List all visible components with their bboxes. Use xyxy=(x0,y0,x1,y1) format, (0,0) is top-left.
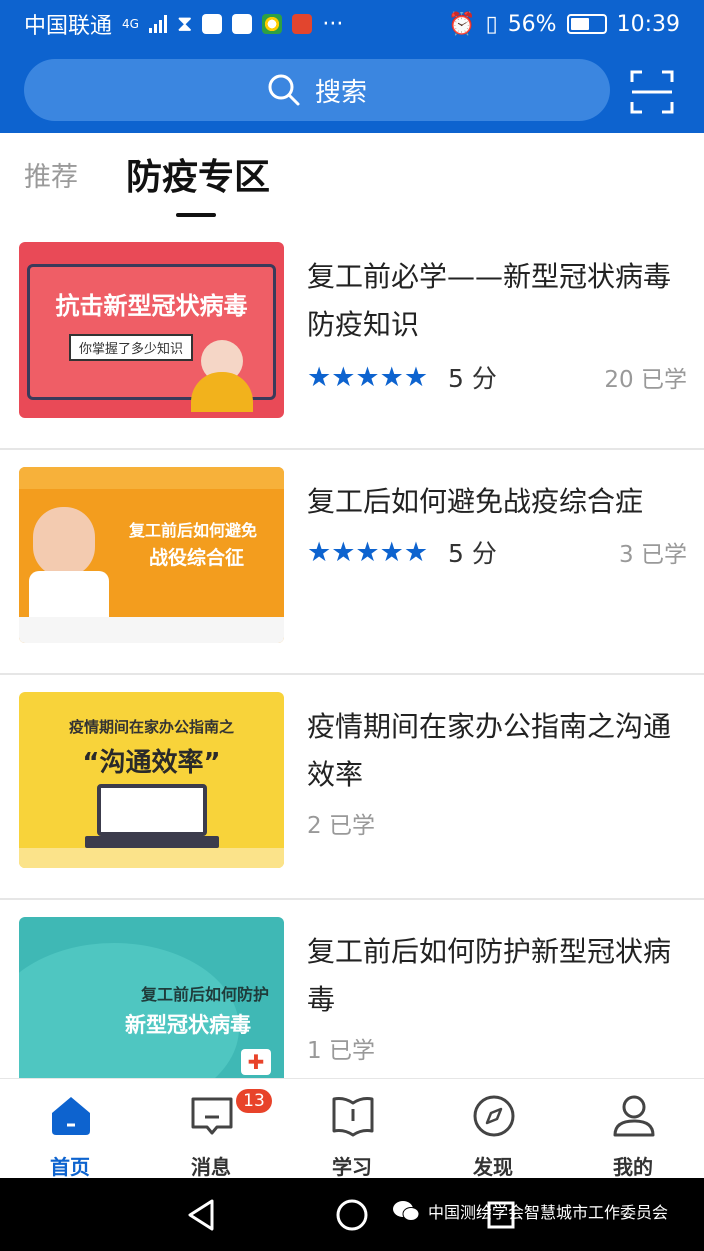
thumb-subtitle: 战役综合征 xyxy=(149,547,245,569)
doctor-illustration xyxy=(33,507,95,577)
rating-stars: ★★★★★ xyxy=(307,536,429,568)
bottom-navigation: 首页 消息 学习 发现 我的 xyxy=(0,1078,704,1179)
course-card[interactable]: 抗击新型冠状病毒 你掌握了多少知识 复工前必学——新型冠状病毒防疫知识 ★★★★… xyxy=(0,225,704,450)
nav-study-label: 学习 xyxy=(332,1155,372,1179)
course-card[interactable]: 疫情期间在家办公指南之 “沟通效率” 疫情期间在家办公指南之沟通效率 2 已学 xyxy=(0,675,704,900)
alarm-icon: ⏰ xyxy=(448,11,476,37)
chrome-icon xyxy=(262,14,283,34)
watermark-text: 中国测绘学会智慧城市工作委员会 xyxy=(428,1203,669,1222)
status-bar: 中国联通 4G ⧗ ··· ⏰ ▯ 56% 10:39 xyxy=(0,0,704,48)
home-icon xyxy=(52,1097,90,1135)
search-bar[interactable]: 搜索 xyxy=(24,59,610,121)
nav-home-label: 首页 xyxy=(50,1155,90,1179)
course-thumbnail: 复工前后如何避免 战役综合征 xyxy=(19,467,284,643)
nav-messages-label: 消息 xyxy=(191,1155,231,1179)
course-title: 复工后如何避免战疫综合症 xyxy=(307,485,644,518)
scan-icon[interactable] xyxy=(630,70,674,114)
app-notification-icon xyxy=(292,14,313,34)
rating-score: 5 分 xyxy=(448,364,497,393)
book-icon xyxy=(332,1097,374,1137)
active-tab-indicator xyxy=(176,213,216,217)
carrier-label: 中国联通 xyxy=(24,14,113,39)
message-count-badge: 13 xyxy=(236,1089,272,1113)
nav-discover[interactable]: 发现 xyxy=(423,1079,563,1179)
rating-score: 5 分 xyxy=(448,539,497,568)
home-button-icon[interactable] xyxy=(335,1198,369,1232)
course-card[interactable]: 复工前后如何避免 战役综合征 复工后如何避免战疫综合症 ★★★★★ 5 分 3 … xyxy=(0,450,704,675)
message-icon xyxy=(191,1097,233,1135)
search-icon xyxy=(268,74,300,106)
nav-mine-label: 我的 xyxy=(613,1155,653,1179)
course-meta: ★★★★★ 5 分 3 已学 xyxy=(307,532,687,572)
category-tabs: 推荐 防疫专区 xyxy=(0,133,704,225)
network-label: 4G xyxy=(122,17,139,31)
thumb-title: 抗击新型冠状病毒 xyxy=(55,292,248,320)
tab-recommend[interactable]: 推荐 xyxy=(24,155,78,194)
course-thumbnail: 疫情期间在家办公指南之 “沟通效率” xyxy=(19,692,284,868)
learned-count: 1 已学 xyxy=(307,1038,375,1064)
shield-app-icon xyxy=(202,14,223,34)
calendar-icon xyxy=(232,14,253,34)
search-label: 搜索 xyxy=(314,77,367,108)
vibrate-icon: ▯ xyxy=(485,11,498,37)
course-title: 复工前必学——新型冠状病毒防疫知识 xyxy=(307,260,672,341)
more-notifications-icon: ··· xyxy=(322,11,344,37)
tab-epidemic-zone[interactable]: 防疫专区 xyxy=(126,148,270,200)
course-thumbnail: 复工前后如何防护 新型冠状病毒 ✚ xyxy=(19,917,284,1095)
thumb-title: 疫情期间在家办公指南之 xyxy=(68,718,234,736)
clock: 10:39 xyxy=(616,11,680,37)
wechat-icon xyxy=(393,1201,420,1221)
course-meta: 1 已学 xyxy=(307,1028,687,1068)
course-meta: 2 已学 xyxy=(307,803,687,843)
thumb-title: 复工前后如何避免 xyxy=(129,521,258,540)
learned-count: 2 已学 xyxy=(307,813,375,839)
app-header: 中国联通 4G ⧗ ··· ⏰ ▯ 56% 10:39 搜索 xyxy=(0,0,704,133)
rating-stars: ★★★★★ xyxy=(307,361,429,393)
thumb-subtitle: 新型冠状病毒 xyxy=(125,1013,251,1037)
first-aid-icon: ✚ xyxy=(241,1049,271,1075)
thumb-title: 复工前后如何防护 xyxy=(141,985,270,1004)
course-title: 复工前后如何防护新型冠状病毒 xyxy=(307,935,672,1016)
signal-icon xyxy=(148,15,167,33)
laptop-base xyxy=(85,836,219,848)
thumb-subtitle: 你掌握了多少知识 xyxy=(69,334,194,361)
laptop-illustration xyxy=(97,784,207,836)
nav-mine[interactable]: 我的 xyxy=(563,1079,703,1179)
compass-icon xyxy=(473,1095,515,1137)
course-title: 疫情期间在家办公指南之沟通效率 xyxy=(307,710,672,791)
thumb-subtitle: “沟通效率” xyxy=(82,748,221,778)
user-icon xyxy=(613,1095,655,1137)
learned-count: 3 已学 xyxy=(619,542,687,568)
learned-count: 20 已学 xyxy=(604,367,687,393)
battery-percent: 56% xyxy=(507,11,557,37)
hourglass-icon: ⧗ xyxy=(176,11,193,37)
watermark: 中国测绘学会智慧城市工作委员会 xyxy=(392,1199,668,1223)
back-icon[interactable] xyxy=(186,1198,216,1232)
battery-icon xyxy=(566,14,607,34)
course-thumbnail: 抗击新型冠状病毒 你掌握了多少知识 xyxy=(19,242,284,418)
nav-home[interactable]: 首页 xyxy=(0,1079,140,1179)
course-meta: ★★★★★ 5 分 20 已学 xyxy=(307,357,687,397)
nav-study[interactable]: 学习 xyxy=(282,1079,422,1179)
nav-discover-label: 发现 xyxy=(473,1155,513,1179)
